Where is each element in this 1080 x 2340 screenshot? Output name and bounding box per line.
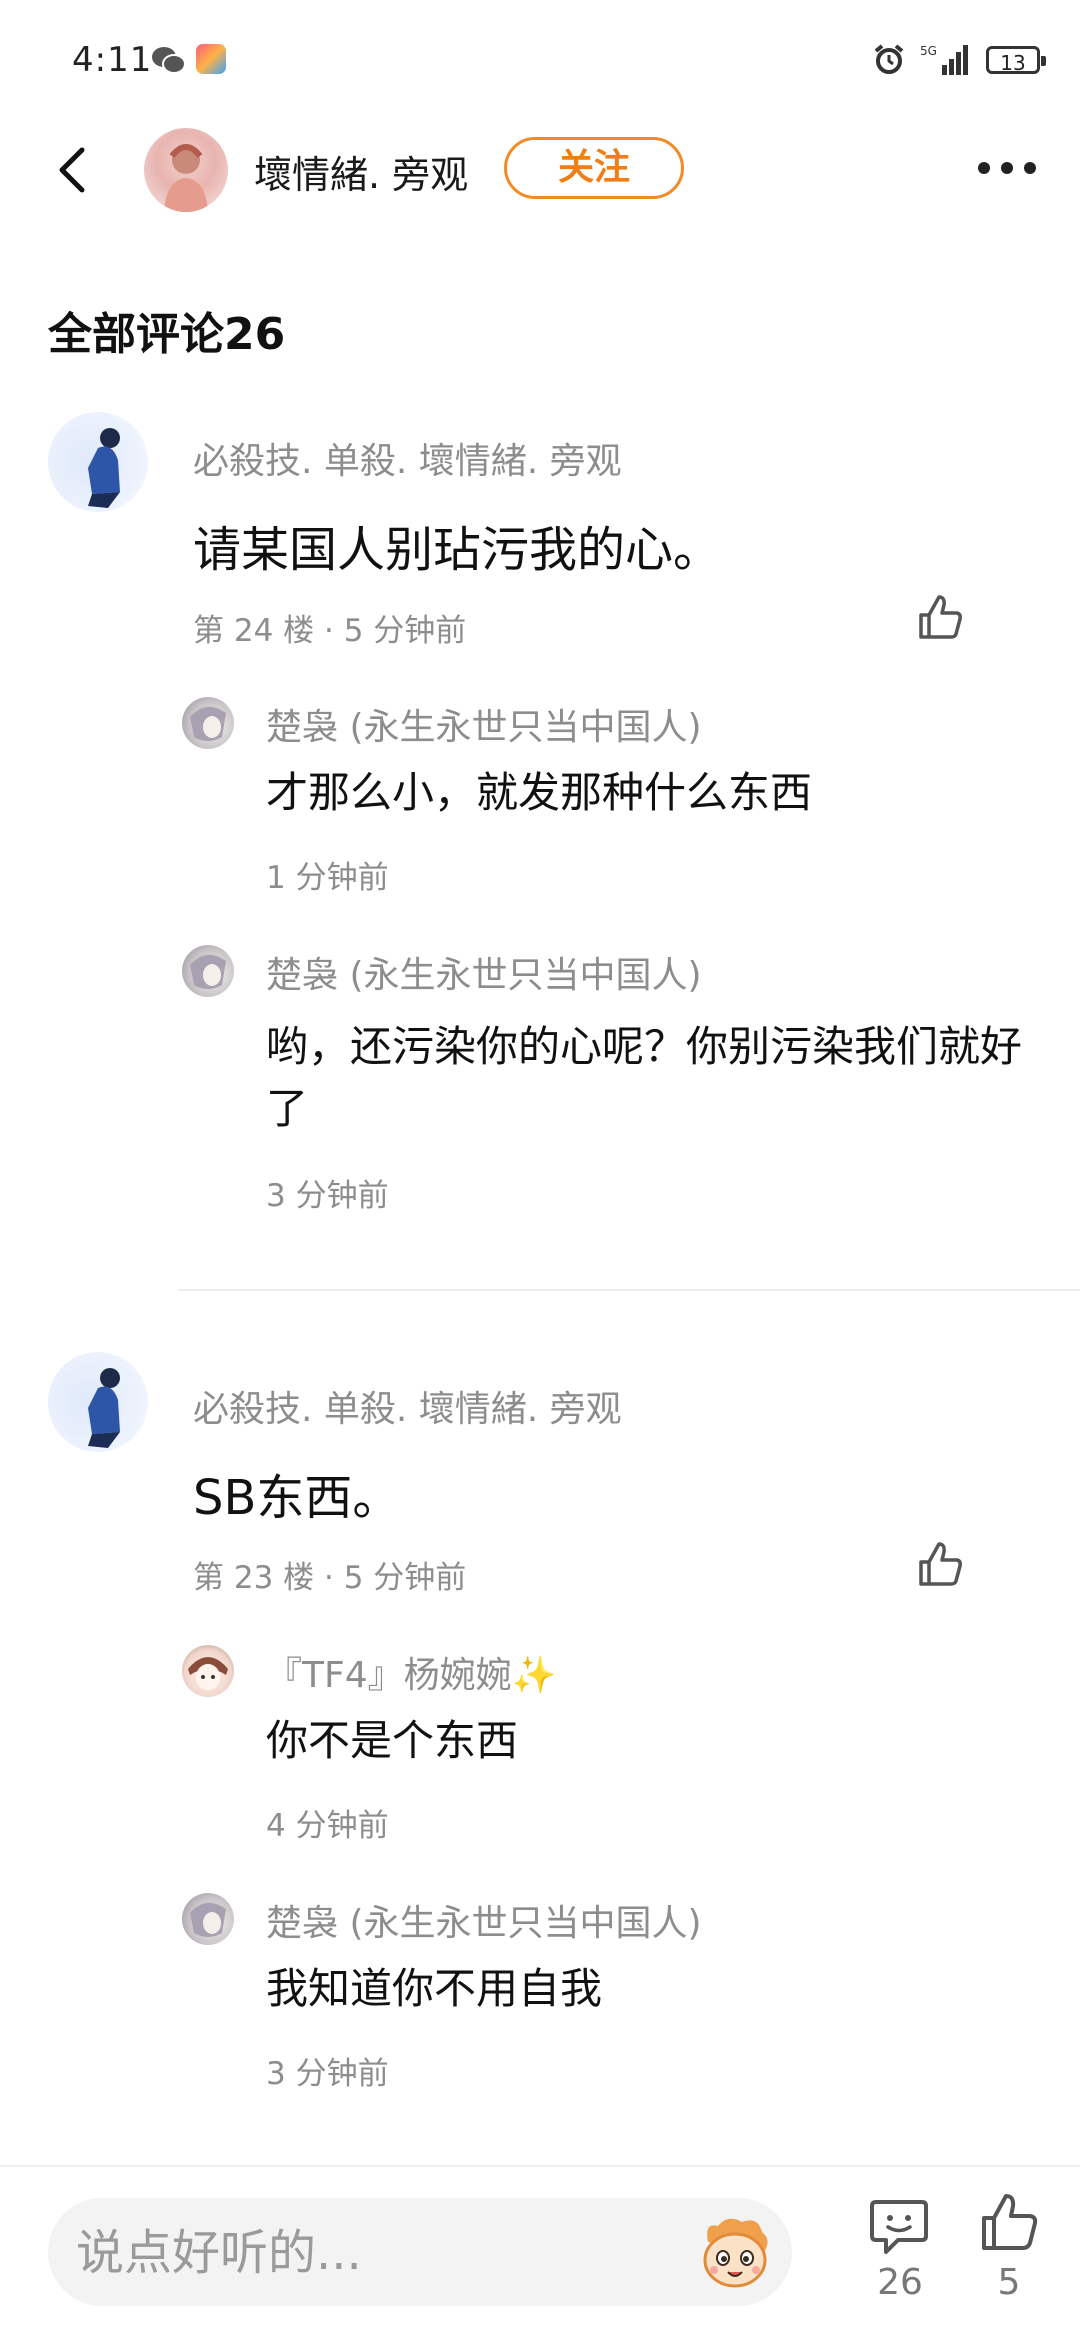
comment-meta: 第 24 楼 · 5 分钟前 <box>193 613 467 649</box>
reply-time: 3 分钟前 <box>266 1178 389 1214</box>
avatar-illustration <box>88 428 120 508</box>
wechat-icon <box>152 47 186 74</box>
reply-text[interactable]: 才那么小，就发那种什么东西 <box>266 762 1046 824</box>
reply-time: 3 分钟前 <box>266 2056 389 2092</box>
like-count: 5 <box>997 2262 1021 2303</box>
reply-author[interactable]: 『TF4』杨婉婉✨ <box>266 1646 556 1698</box>
comments-section-title: 全部评论26 <box>48 309 286 360</box>
follow-button[interactable]: 关注 <box>504 137 684 199</box>
comment-divider <box>178 1289 1080 1291</box>
commenter-avatar[interactable] <box>48 412 148 512</box>
comment-text[interactable]: 请某国人别玷污我的心。 <box>193 510 721 580</box>
thumbs-up-icon[interactable] <box>915 1540 965 1590</box>
comment-text[interactable]: SB东西。 <box>193 1458 400 1528</box>
alarm-icon <box>874 44 904 74</box>
comment-input-container[interactable] <box>48 2198 792 2308</box>
avatar-illustration <box>164 144 208 212</box>
more-dots-icon[interactable] <box>974 156 1040 180</box>
reply-author[interactable]: 楚袅 (永生永世只当中国人) <box>266 1894 702 1946</box>
avatar-illustration <box>190 1902 226 1937</box>
reply-avatar[interactable] <box>182 1893 234 1945</box>
app-notification-icon <box>196 44 226 74</box>
reply-avatar[interactable] <box>182 1645 234 1697</box>
reply-avatar[interactable] <box>182 697 234 749</box>
status-bar: 4:11 5G 13 <box>0 0 1080 120</box>
author-avatar[interactable] <box>144 128 228 212</box>
reply-author[interactable]: 楚袅 (永生永世只当中国人) <box>266 946 702 998</box>
comment-author[interactable]: 必殺技. 单殺. 壞情緒. 旁观 <box>193 1380 622 1432</box>
author-username[interactable]: 壞情緒. 旁观 <box>254 144 468 199</box>
reply-text[interactable]: 哟，还污染你的心呢？你别污染我们就好了 <box>266 1016 1046 1140</box>
comment-meta: 第 23 楼 · 5 分钟前 <box>193 1560 467 1596</box>
reply-time: 1 分钟前 <box>266 860 389 896</box>
comment-count: 26 <box>877 2262 923 2303</box>
reply-text[interactable]: 我知道你不用自我 <box>266 1958 1046 2020</box>
comment-icon[interactable] <box>868 2196 930 2258</box>
reply-text[interactable]: 你不是个东西 <box>266 1710 1046 1772</box>
status-time: 4:11 <box>72 40 153 80</box>
signal-icon: 5G <box>920 44 968 75</box>
avatar-illustration <box>88 1368 120 1448</box>
svg-text:5G: 5G <box>920 44 937 58</box>
avatar-illustration <box>190 954 226 989</box>
emoji-face-icon[interactable] <box>694 2212 776 2292</box>
commenter-avatar[interactable] <box>48 1352 148 1452</box>
thumbs-up-icon[interactable] <box>915 593 965 643</box>
avatar-illustration <box>190 706 226 741</box>
comment-author[interactable]: 必殺技. 单殺. 壞情緒. 旁观 <box>193 432 622 484</box>
bottom-bar-divider <box>0 2165 1080 2167</box>
avatar-illustration <box>188 1657 228 1690</box>
back-arrow-icon[interactable] <box>46 142 102 198</box>
battery-indicator: 13 <box>986 46 1046 75</box>
thumbs-up-icon[interactable] <box>978 2192 1040 2254</box>
comment-input[interactable] <box>74 2198 698 2308</box>
top-nav-bar: 壞情緒. 旁观 关注 <box>0 120 1080 220</box>
reply-avatar[interactable] <box>182 945 234 997</box>
reply-author[interactable]: 楚袅 (永生永世只当中国人) <box>266 698 702 750</box>
status-right-group: 5G 13 <box>872 42 1046 78</box>
reply-time: 4 分钟前 <box>266 1808 389 1844</box>
